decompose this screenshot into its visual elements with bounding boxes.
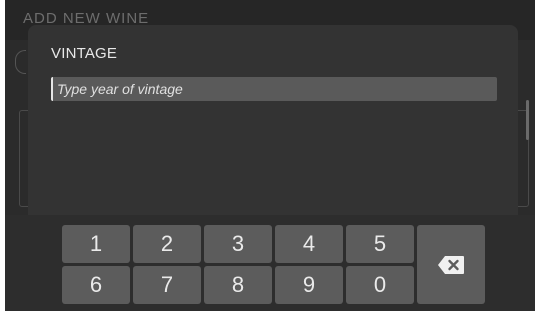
key-0[interactable]: 0 [346, 266, 414, 304]
background-scrollbar[interactable] [526, 100, 529, 140]
vintage-title: VINTAGE [51, 45, 118, 62]
backspace-button[interactable] [417, 225, 485, 304]
key-9[interactable]: 9 [275, 266, 343, 304]
key-5[interactable]: 5 [346, 225, 414, 263]
key-8[interactable]: 8 [204, 266, 272, 304]
app-screen: ADD NEW WINE VINTAGE 1 2 3 4 5 6 7 8 9 0 [5, 0, 535, 311]
key-6[interactable]: 6 [62, 266, 130, 304]
numeric-keypad: 1 2 3 4 5 6 7 8 9 0 [5, 215, 535, 311]
background-field-edge [15, 50, 26, 74]
key-4[interactable]: 4 [275, 225, 343, 263]
key-7[interactable]: 7 [133, 266, 201, 304]
key-3[interactable]: 3 [204, 225, 272, 263]
vintage-dialog: VINTAGE [28, 25, 518, 215]
key-1[interactable]: 1 [62, 225, 130, 263]
vintage-year-input[interactable] [51, 77, 497, 101]
backspace-icon [438, 255, 464, 274]
key-2[interactable]: 2 [133, 225, 201, 263]
